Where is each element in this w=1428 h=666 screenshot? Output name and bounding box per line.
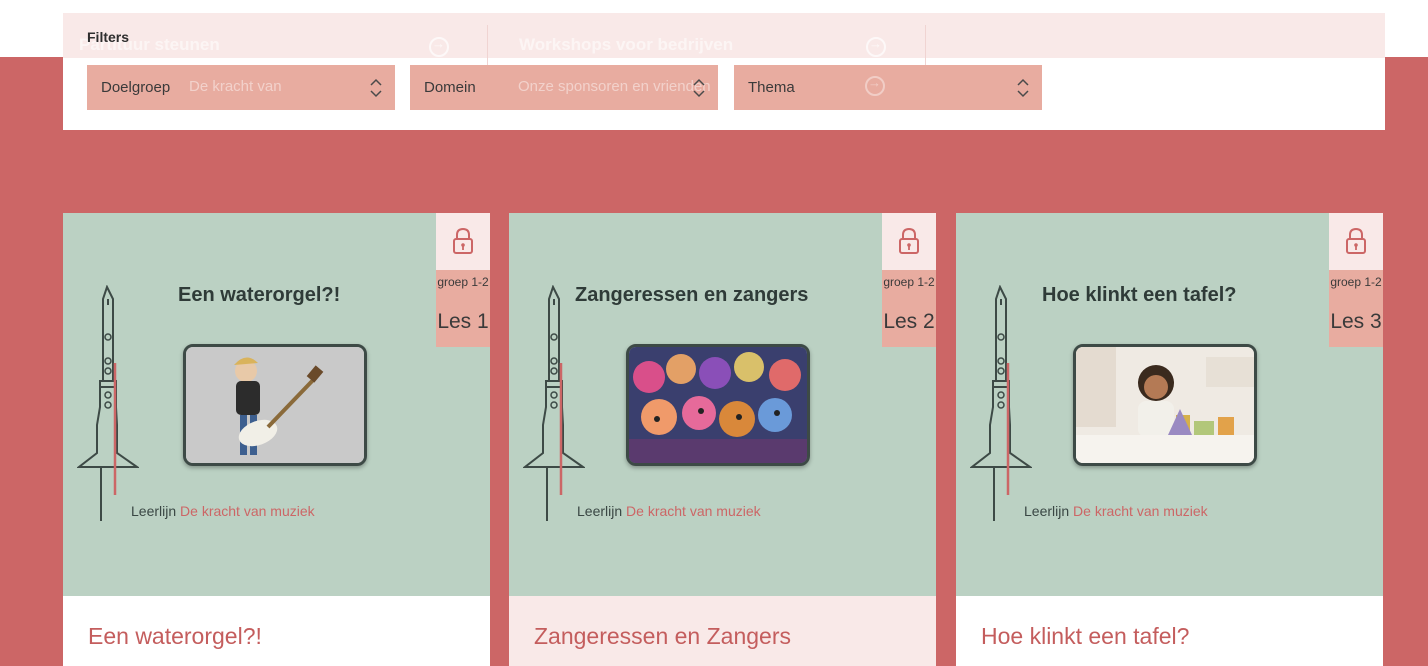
leerlijn-name: De kracht van muziek: [1073, 503, 1208, 519]
card-title[interactable]: Zangeressen en Zangers: [534, 623, 791, 650]
card-title[interactable]: Een waterorgel?!: [88, 623, 262, 650]
leerlijn-name: De kracht van muziek: [180, 503, 315, 519]
lesson-number: Les 3: [1330, 310, 1382, 333]
clarinet-illustration: [77, 285, 139, 521]
leerlijn-prefix: Leerlijn: [131, 503, 177, 519]
visual-title: Een waterorgel?!: [178, 284, 341, 306]
lesson-tag: groep 1-2 Les 1: [436, 270, 490, 347]
lesson-card[interactable]: Zangeressen en zangers Leerlijn De krach…: [509, 213, 936, 666]
doelgroep-select[interactable]: Doelgroep De kracht van: [87, 65, 395, 110]
leerlijn-name: De kracht van muziek: [626, 503, 761, 519]
card-visual: Een waterorgel?! Leerlijn De kracht van …: [63, 213, 490, 596]
ghost-subtitle-2: Onze sponsoren en vrienden: [518, 78, 711, 95]
lesson-card[interactable]: Een waterorgel?! Leerlijn De kracht van …: [63, 213, 490, 666]
card-body: Een waterorgel?!: [63, 596, 490, 666]
lock-icon: [899, 228, 919, 254]
leerlijn-prefix: Leerlijn: [577, 503, 623, 519]
chevron-up-down-icon: [370, 78, 382, 98]
lesson-number: Les 2: [883, 310, 935, 333]
lock-badge: [436, 213, 490, 270]
thema-select-label: Thema: [748, 79, 795, 96]
visual-title: Zangeressen en zangers: [575, 284, 809, 306]
leerlijn-prefix: Leerlijn: [1024, 503, 1070, 519]
lesson-card[interactable]: Hoe klinkt een tafel? Leerlijn De kracht…: [956, 213, 1383, 666]
card-visual: Hoe klinkt een tafel? Leerlijn De kracht…: [956, 213, 1383, 596]
ghost-arrow-icon: [429, 36, 449, 57]
group-label: groep 1-2: [1330, 275, 1382, 289]
leerlijn-label: Leerlijn De kracht van muziek: [577, 503, 761, 519]
lesson-photo: [626, 344, 810, 466]
lesson-photo: [183, 344, 367, 466]
ghost-arrow-icon: [865, 75, 885, 96]
lesson-tag: groep 1-2 Les 3: [1329, 270, 1383, 347]
visual-title: Hoe klinkt een tafel?: [1042, 284, 1237, 306]
card-visual: Zangeressen en zangers Leerlijn De krach…: [509, 213, 936, 596]
thema-select[interactable]: Thema: [734, 65, 1042, 110]
ghost-nav-band: Partituur steunen Workshops voor bedrijv…: [63, 13, 1385, 85]
group-label: groep 1-2: [883, 275, 935, 289]
group-label: groep 1-2: [437, 275, 489, 289]
domein-select-label: Domein: [424, 79, 476, 96]
card-body: Hoe klinkt een tafel?: [956, 596, 1383, 666]
leerlijn-label: Leerlijn De kracht van muziek: [131, 503, 315, 519]
lock-badge: [1329, 213, 1383, 270]
leerlijn-label: Leerlijn De kracht van muziek: [1024, 503, 1208, 519]
filters-heading: Filters: [87, 29, 130, 45]
domein-select[interactable]: Domein Onze sponsoren en vrienden: [410, 65, 718, 110]
chevron-up-down-icon: [693, 78, 705, 98]
ghost-subtitle-1: De kracht van: [189, 78, 282, 95]
ghost-nav-title-2: Workshops voor bedrijven: [519, 35, 734, 54]
lock-icon: [453, 228, 473, 254]
doelgroep-select-label: Doelgroep: [101, 79, 171, 96]
clarinet-illustration: [970, 285, 1032, 521]
ghost-arrow-icon: [866, 36, 886, 57]
lesson-photo: [1073, 344, 1257, 466]
lesson-tag: groep 1-2 Les 2: [882, 270, 936, 347]
lock-badge: [882, 213, 936, 270]
clarinet-illustration: [523, 285, 585, 521]
chevron-up-down-icon: [1017, 78, 1029, 98]
lock-icon: [1346, 228, 1366, 254]
card-body: Zangeressen en Zangers: [509, 596, 936, 666]
lesson-number: Les 1: [437, 310, 489, 333]
card-title[interactable]: Hoe klinkt een tafel?: [981, 623, 1189, 650]
filter-panel: Partituur steunen Workshops voor bedrijv…: [63, 13, 1385, 130]
